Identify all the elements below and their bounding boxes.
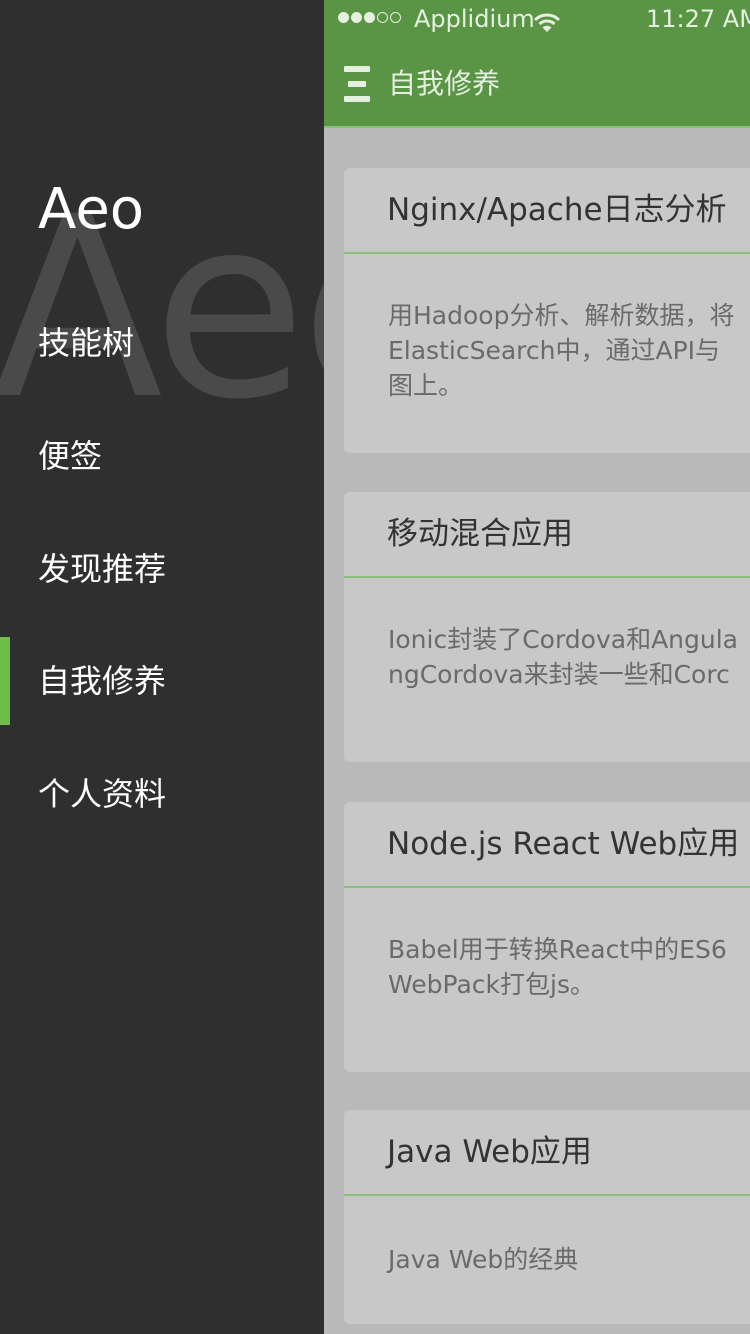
- menu-item-self-cultivation[interactable]: 自我修养: [0, 637, 324, 725]
- card-body: Java Web的经典: [388, 1245, 579, 1274]
- menu-item-notes[interactable]: 便签: [0, 412, 324, 500]
- menu-item-label: 技能树: [38, 324, 135, 362]
- card-title: Node.js React Web应用: [344, 802, 750, 888]
- card-title: Java Web应用: [344, 1110, 750, 1196]
- card-nginx-log-analysis[interactable]: Nginx/Apache日志分析 用Hadoop分析、解析数据，将 Elastic…: [344, 168, 750, 453]
- card-java-web[interactable]: Java Web应用 Java Web的经典: [344, 1110, 750, 1324]
- menu-item-skill-tree[interactable]: 技能树: [0, 299, 324, 387]
- menu-item-label: 个人资料: [38, 775, 167, 813]
- card-body: 用Hadoop分析、解析数据，将 ElasticSearch中，通过API与 图上。: [388, 301, 735, 400]
- side-menu: Aeo Aeo 技能树 便签 发现推荐 自我修养 个人资料: [0, 0, 324, 1334]
- brand-title: Aeo: [38, 177, 145, 242]
- menu-item-label: 发现推荐: [38, 550, 167, 588]
- app-header: Applidium 11:27 AM 自我修养: [324, 0, 750, 128]
- signal-strength-icon: [338, 12, 403, 26]
- menu-item-discover[interactable]: 发现推荐: [0, 525, 324, 613]
- carrier-name: Applidium: [414, 5, 535, 33]
- status-bar: Applidium 11:27 AM: [324, 0, 750, 40]
- hamburger-menu-icon[interactable]: [344, 66, 370, 102]
- card-body: Ionic封装了Cordova和Angula ngCordova来封装一些和Cor…: [388, 625, 739, 689]
- status-time: 11:27 AM: [646, 5, 750, 33]
- page-title: 自我修养: [388, 67, 501, 100]
- card-title: Nginx/Apache日志分析: [344, 168, 750, 254]
- card-body: Babel用于转换React中的ES6 WebPack打包js。: [388, 935, 727, 999]
- card-title: 移动混合应用: [344, 492, 750, 578]
- card-node-react-web[interactable]: Node.js React Web应用 Babel用于转换React中的ES6 W…: [344, 802, 750, 1072]
- app-screen: Aeo Aeo 技能树 便签 发现推荐 自我修养 个人资料 Applidium: [0, 0, 750, 1334]
- card-mobile-hybrid[interactable]: 移动混合应用 Ionic封装了Cordova和Angula ngCordova来封…: [344, 492, 750, 762]
- menu-item-label: 便签: [38, 437, 103, 475]
- menu-item-label: 自我修养: [38, 662, 167, 700]
- wifi-icon: [533, 6, 561, 44]
- menu-item-profile[interactable]: 个人资料: [0, 750, 324, 838]
- main-panel[interactable]: Applidium 11:27 AM 自我修养 Nginx/Apache日志分析…: [324, 0, 750, 1334]
